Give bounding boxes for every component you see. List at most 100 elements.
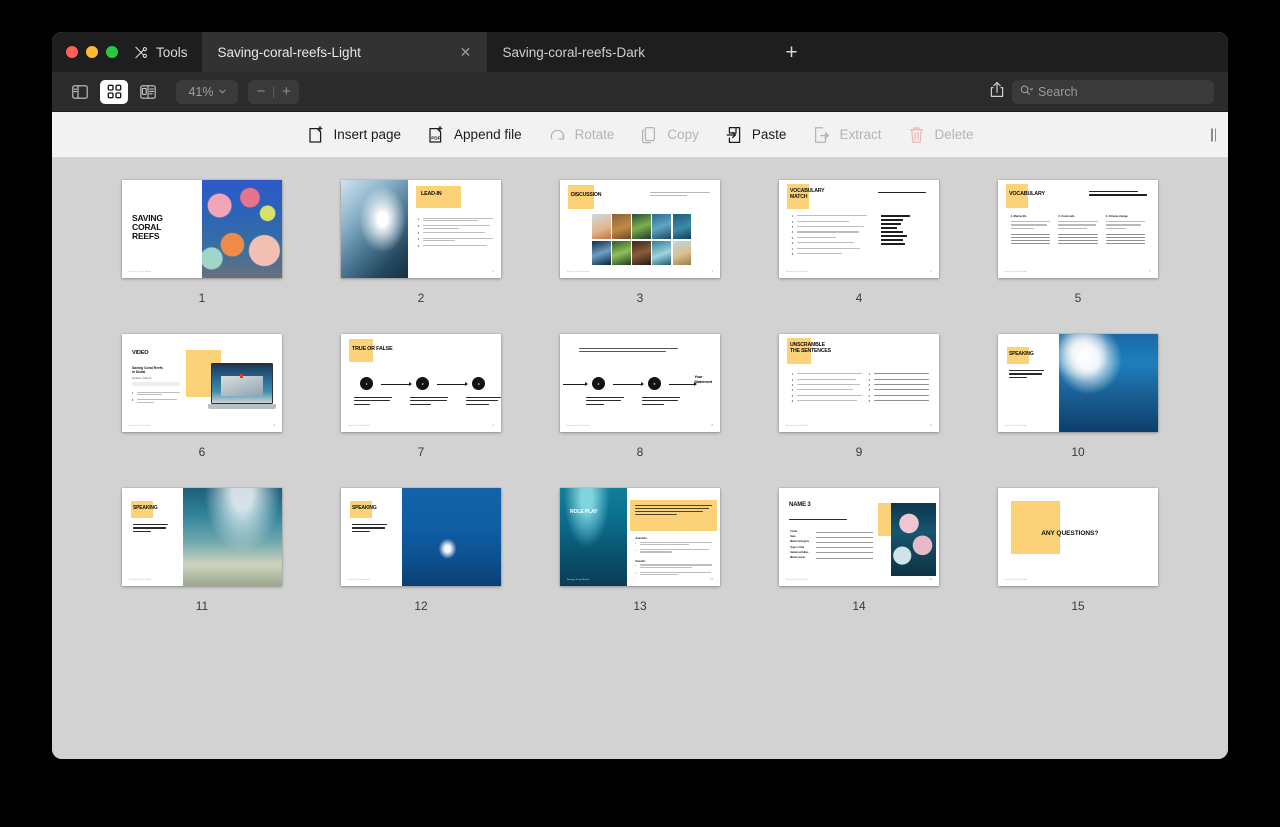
answer-lines (1010, 233, 1051, 245)
sidebar-view-button[interactable] (66, 80, 94, 104)
page-cell[interactable]: 4 5 Your Statement Saving Coral Reefs 8 … (531, 334, 750, 488)
page-thumbnail-8[interactable]: 4 5 Your Statement Saving Coral Reefs 8 (560, 334, 720, 432)
share-icon (990, 81, 1004, 103)
answer-lines (1058, 233, 1098, 245)
page-thumbnail-canvas[interactable]: SAVING CORAL REEFS Saving Coral Reefs 1 … (52, 158, 1228, 759)
extract-button[interactable]: Extract (812, 125, 881, 145)
slide-footer: Saving Coral Reefs (1005, 271, 1028, 273)
chevron-down-icon (218, 88, 226, 95)
page-number: 9 (855, 445, 863, 459)
slide-prompt (352, 524, 388, 534)
delete-button[interactable]: Delete (907, 125, 973, 145)
tab-saving-coral-reefs-dark[interactable]: Saving-coral-reefs-Dark ✕ (487, 32, 772, 72)
new-tab-button[interactable]: + (772, 32, 812, 72)
search-field[interactable]: Search (1012, 79, 1214, 104)
page-number: 11 (195, 599, 209, 613)
section-heading: Scientist (635, 559, 646, 563)
page-cell[interactable]: DISCUSSION Saving Coral Reefs 3 3 (531, 180, 750, 334)
slide-page-number: 2 (492, 270, 494, 273)
action-label: Insert page (333, 127, 402, 142)
minimize-window-button[interactable] (86, 46, 98, 58)
accent-box (1010, 500, 1061, 554)
slide-photo (1058, 334, 1158, 432)
insert-page-button[interactable]: Insert page (307, 125, 402, 145)
page-thumbnail-3[interactable]: DISCUSSION Saving Coral Reefs 3 (560, 180, 720, 278)
zoom-out-button[interactable]: − (250, 84, 272, 99)
close-tab-icon[interactable]: ✕ (457, 43, 475, 61)
page-thumbnail-11[interactable]: SPEAKING Saving Coral Reefs (122, 488, 282, 586)
zoom-stepper: − | + (248, 79, 300, 104)
slide-items: 1 2 3 4 5 6 (792, 373, 863, 405)
page-view-button[interactable] (134, 80, 162, 104)
page-number: 3 (636, 291, 644, 305)
page-cell[interactable]: LEAD-IN 1 2 3 4 5 2 2 (312, 180, 531, 334)
slide-page-number: 3 (711, 270, 713, 273)
page-cell[interactable]: ROLE PLAY Journalist • • Scientist • • S… (531, 488, 750, 642)
action-label: Extract (839, 127, 882, 142)
slide-title: LEAD-IN (421, 191, 442, 197)
search-placeholder: Search (1038, 84, 1078, 99)
page-cell[interactable]: SAVING CORAL REEFS Saving Coral Reefs 1 (93, 180, 312, 334)
page-thumbnail-10[interactable]: SPEAKING Saving Coral Reefs (998, 334, 1158, 432)
paste-button[interactable]: Paste (725, 125, 786, 145)
delete-icon (907, 125, 926, 145)
page-cell[interactable]: VOCABULARY MATCH 1 2 3 4 5 6 7 8 Saving … (750, 180, 969, 334)
page-thumbnail-13[interactable]: ROLE PLAY Journalist • • Scientist • • S… (560, 488, 720, 586)
page-thumbnail-1[interactable]: SAVING CORAL REEFS Saving Coral Reefs (122, 180, 282, 278)
thumb-photo (632, 240, 651, 266)
pdf-viewer-window: Tools Saving-coral-reefs-Light ✕ Saving-… (52, 32, 1228, 759)
page-number: 5 (1074, 291, 1082, 305)
page-cell[interactable]: SPEAKING Saving Coral Reefs 12 (312, 488, 531, 642)
page-thumbnail-14[interactable]: NAME 3 Corals Seas Marine biologists Typ… (779, 488, 939, 586)
action-label: Copy (667, 127, 699, 142)
step-text (409, 396, 449, 407)
extract-icon (812, 125, 831, 145)
callout-text (635, 504, 712, 518)
page-cell[interactable]: TRUE OR FALSE 1 2 3 Saving Coral Reefs 7… (312, 334, 531, 488)
page-cell[interactable]: NAME 3 Corals Seas Marine biologists Typ… (750, 488, 969, 642)
page-thumbnail-7[interactable]: TRUE OR FALSE 1 2 3 Saving Coral Reefs 7 (341, 334, 501, 432)
page-thumbnail-6[interactable]: VIDEO Saving Coral Reefs in Dubai Durati… (122, 334, 282, 432)
tools-button[interactable]: Tools (130, 32, 202, 72)
page-cell[interactable]: SPEAKING Saving Coral Reefs 10 (969, 334, 1188, 488)
grid-view-button[interactable] (100, 79, 128, 104)
two-page-layout-icon (140, 84, 156, 99)
thumb-photo (632, 214, 651, 240)
page-number: 6 (198, 445, 206, 459)
slide-title: VOCABULARY (1009, 191, 1045, 197)
page-cell[interactable]: SPEAKING Saving Coral Reefs 11 (93, 488, 312, 642)
copy-button[interactable]: Copy (640, 125, 699, 145)
thumb-photo (672, 240, 692, 266)
page-thumbnail-12[interactable]: SPEAKING Saving Coral Reefs (341, 488, 501, 586)
slide-photo (182, 488, 282, 586)
title-bar: Tools Saving-coral-reefs-Light ✕ Saving-… (52, 32, 1228, 72)
page-thumbnail-4[interactable]: VOCABULARY MATCH 1 2 3 4 5 6 7 8 Saving … (779, 180, 939, 278)
page-cell[interactable]: UNSCRAMBLE THE SENTENCES 1 2 3 4 5 6 1 2 (750, 334, 969, 488)
zoom-in-button[interactable]: + (275, 84, 297, 99)
insert-page-icon (307, 125, 326, 145)
zoom-level-value: 41% (188, 84, 214, 99)
tab-title: Saving-coral-reefs-Dark (502, 44, 646, 60)
slide-page-number: 14 (929, 578, 932, 581)
laptop-mockup (208, 363, 276, 410)
video-link-chip[interactable] (132, 382, 180, 386)
page-thumbnail-15[interactable]: ANY QUESTIONS? Saving Coral Reefs (998, 488, 1158, 586)
page-cell[interactable]: VOCABULARY 1. Marine life 2. Coral reefs… (969, 180, 1188, 334)
page-cell[interactable]: ANY QUESTIONS? Saving Coral Reefs 15 (969, 488, 1188, 642)
page-action-toolbar: Insert page PDF Append file Rotate Copy … (52, 112, 1228, 158)
maximize-window-button[interactable] (106, 46, 118, 58)
page-thumbnail-9[interactable]: UNSCRAMBLE THE SENTENCES 1 2 3 4 5 6 1 2 (779, 334, 939, 432)
slide-page-number: 6 (273, 424, 275, 427)
page-thumbnail-5[interactable]: VOCABULARY 1. Marine life 2. Coral reefs… (998, 180, 1158, 278)
slide-title: VIDEO (132, 350, 149, 356)
toolbar-resize-grip[interactable] (1211, 128, 1216, 141)
page-cell[interactable]: VIDEO Saving Coral Reefs in Dubai Durati… (93, 334, 312, 488)
share-button[interactable] (982, 79, 1012, 105)
page-thumbnail-2[interactable]: LEAD-IN 1 2 3 4 5 2 (341, 180, 501, 278)
append-file-button[interactable]: PDF Append file (427, 125, 522, 145)
rotate-button[interactable]: Rotate (548, 125, 614, 145)
zoom-level-dropdown[interactable]: 41% (176, 79, 238, 104)
close-window-button[interactable] (66, 46, 78, 58)
tab-saving-coral-reefs-light[interactable]: Saving-coral-reefs-Light ✕ (201, 32, 487, 72)
slide-footer: Saving Coral Reefs (786, 425, 809, 427)
